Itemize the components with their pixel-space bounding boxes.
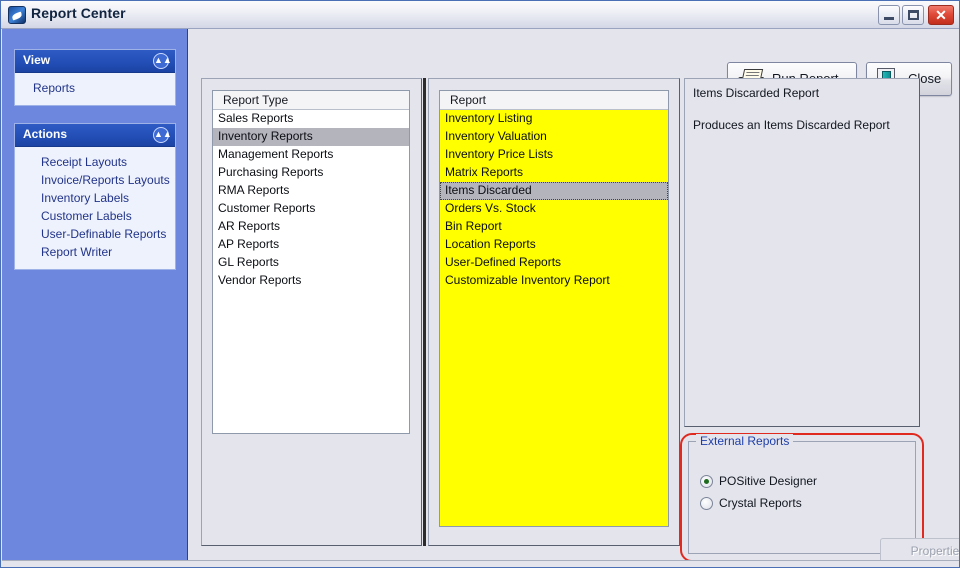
radio-positive-designer-label: POSitive Designer [719,474,818,488]
sidebar-item-invoice-reports-layouts[interactable]: Invoice/Reports Layouts [15,171,175,189]
maximize-button[interactable] [902,5,924,25]
report-list-panel: Report Inventory Listing Inventory Valua… [428,78,680,546]
report-header-label: Report [450,93,487,107]
vertical-splitter[interactable] [423,78,426,546]
list-item[interactable]: User-Defined Reports [440,254,668,272]
report-type-panel: Report Type Sales Reports Inventory Repo… [201,78,422,546]
report-type-header: Report Type [213,91,409,110]
sidebar-item-report-writer[interactable]: Report Writer [15,243,175,261]
sidebar-group-view-header[interactable]: View ▲▲ [15,50,175,73]
report-type-items: Sales Reports Inventory Reports Manageme… [213,110,409,290]
close-window-button[interactable]: ✕ [928,5,954,25]
close-icon: ✕ [935,7,947,23]
description-body: Produces an Items Discarded Report [693,118,890,132]
radio-unselected-icon [700,497,713,510]
list-item[interactable]: Location Reports [440,236,668,254]
radio-crystal-reports[interactable]: Crystal Reports [700,496,802,512]
list-item[interactable]: Vendor Reports [213,272,409,290]
list-item[interactable]: Sales Reports [213,110,409,128]
status-bar [2,560,959,567]
radio-crystal-reports-label: Crystal Reports [719,496,802,510]
list-item[interactable]: AR Reports [213,218,409,236]
sidebar-group-actions-title: Actions [23,127,68,141]
sidebar-group-actions: Actions ▲▲ Receipt Layouts Invoice/Repor… [14,123,176,270]
report-center-window: Report Center ✕ View ▲▲ Reports Actions … [0,0,960,568]
list-item[interactable]: GL Reports [213,254,409,272]
report-header: Report [440,91,668,110]
report-listbox[interactable]: Report Inventory Listing Inventory Valua… [439,90,669,527]
minimize-button[interactable] [878,5,900,25]
sidebar-item-inventory-labels[interactable]: Inventory Labels [15,189,175,207]
report-items: Inventory Listing Inventory Valuation In… [440,110,668,290]
list-item[interactable]: Customizable Inventory Report [440,272,668,290]
maximize-icon [908,10,919,20]
window-title: Report Center [31,5,126,21]
app-icon [8,6,26,24]
chevron-up-icon[interactable]: ▲▲ [153,53,172,69]
description-title: Items Discarded Report [693,86,820,100]
list-item[interactable]: Management Reports [213,146,409,164]
list-item[interactable]: Bin Report [440,218,668,236]
sidebar-group-view-body: Reports [15,73,175,105]
sidebar-group-actions-header[interactable]: Actions ▲▲ [15,124,175,147]
list-item[interactable]: RMA Reports [213,182,409,200]
sidebar: View ▲▲ Reports Actions ▲▲ Receipt Layou… [2,29,188,560]
list-item[interactable]: Orders Vs. Stock [440,200,668,218]
list-item[interactable]: Purchasing Reports [213,164,409,182]
sidebar-group-view-title: View [23,53,51,67]
list-item[interactable]: AP Reports [213,236,409,254]
report-type-listbox[interactable]: Report Type Sales Reports Inventory Repo… [212,90,410,434]
sidebar-item-customer-labels[interactable]: Customer Labels [15,207,175,225]
sidebar-group-actions-body: Receipt Layouts Invoice/Reports Layouts … [15,147,175,269]
list-item[interactable]: Inventory Listing [440,110,668,128]
radio-positive-designer[interactable]: POSitive Designer [700,474,817,490]
radio-selected-icon [700,475,713,488]
sidebar-item-receipt-layouts[interactable]: Receipt Layouts [15,153,175,171]
list-item[interactable]: Matrix Reports [440,164,668,182]
chevron-up-icon[interactable]: ▲▲ [153,127,172,143]
external-reports-legend: External Reports [696,434,794,448]
list-item[interactable]: Inventory Reports [213,128,409,146]
sidebar-item-reports[interactable]: Reports [15,79,175,97]
report-type-header-label: Report Type [223,93,289,107]
sidebar-group-view: View ▲▲ Reports [14,49,176,106]
sidebar-item-user-definable-reports[interactable]: User-Definable Reports [15,225,175,243]
minimize-icon [884,17,894,20]
main-content: Run Report [F7] Close Report Type Sales … [188,29,959,564]
report-description-panel: Items Discarded Report Produces an Items… [684,78,920,427]
list-item[interactable]: Inventory Price Lists [440,146,668,164]
list-item[interactable]: Items Discarded [440,182,668,200]
list-item[interactable]: Customer Reports [213,200,409,218]
title-bar: Report Center ✕ [1,1,959,29]
list-item[interactable]: Inventory Valuation [440,128,668,146]
